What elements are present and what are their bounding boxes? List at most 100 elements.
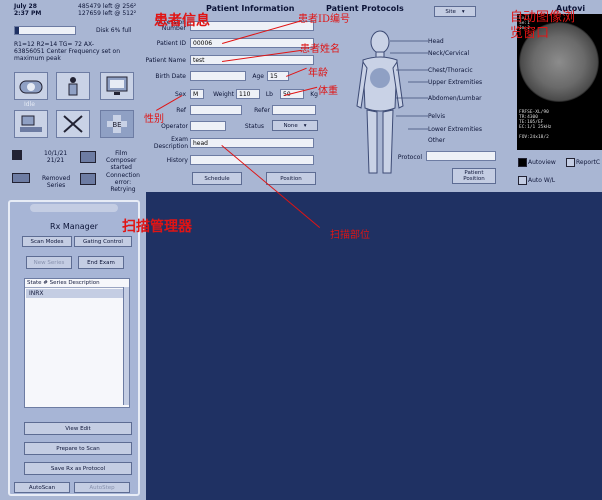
weight-field[interactable]: 110 <box>236 89 260 99</box>
patient-name-label: Patient Name <box>145 57 187 64</box>
svg-text:BE: BE <box>112 121 121 129</box>
refer-label: Refer <box>254 107 270 114</box>
frequency-line-2: 63856051 Center Frequency set on <box>14 48 121 55</box>
patient-position-button[interactable]: Patient Position <box>452 168 496 184</box>
annotation-patient-info: 患者信息 <box>154 13 210 29</box>
end-exam-button[interactable]: End Exam <box>78 256 124 269</box>
new-series-button[interactable]: New Series <box>26 256 72 269</box>
frequency-line-1: R1=12 R2=14 TG= 72 AX- <box>14 41 94 48</box>
workstation-icon[interactable] <box>14 110 48 138</box>
report-checkbox[interactable] <box>566 158 575 167</box>
film-icon <box>80 151 96 163</box>
date: July 28 <box>14 3 37 10</box>
ref-field[interactable] <box>190 105 242 115</box>
site-select[interactable]: Site ▾ <box>434 6 476 17</box>
disk-usage-bar <box>14 26 76 35</box>
save-rx-as-protocol-button[interactable]: Save Rx as Protocol <box>24 462 132 475</box>
annotation-patient-name: 患者姓名 <box>300 44 340 55</box>
region-lower-extremities[interactable]: Lower Extremities <box>428 126 482 133</box>
birth-date-label: Birth Date <box>155 73 186 80</box>
rx-manager-title: Rx Manager <box>50 222 98 231</box>
series-list-header: State # Series Description <box>25 279 129 288</box>
schedule-button[interactable]: Schedule <box>192 172 242 185</box>
region-pelvis[interactable]: Pelvis <box>428 113 445 120</box>
auto-wl-checkbox-label: Auto W/L <box>528 177 556 184</box>
kg-label: Kg <box>310 91 318 98</box>
connection-icon <box>80 173 96 185</box>
birth-date-field[interactable] <box>190 71 246 81</box>
series-list[interactable]: State # Series Description INRX <box>24 278 130 408</box>
protocol-label: Protocol <box>397 154 422 161</box>
version-icon <box>12 150 22 160</box>
region-abdomen-lumbar[interactable]: Abdomen/Lumbar <box>428 95 482 102</box>
disk-line-1: 485479 left @ 256² <box>78 3 137 10</box>
frequency-line-3: maximum peak <box>14 55 61 62</box>
version-text: 10/1/21 21/21 <box>44 150 68 164</box>
ref-label: Ref <box>176 107 186 114</box>
region-leader-lines <box>390 40 428 130</box>
patient-info-title: Patient Information <box>206 4 295 13</box>
removed-series-icon <box>12 173 30 183</box>
annotation-rx-manager: 扫描管理器 <box>122 219 192 235</box>
weight-label: Weight <box>213 91 234 98</box>
region-neck-cervical[interactable]: Neck/Cervical <box>428 50 469 57</box>
tab-scan-modes[interactable]: Scan Modes <box>22 236 72 247</box>
disk-line-2: 127659 left @ 512² <box>78 10 137 17</box>
patient-icon[interactable] <box>56 72 90 100</box>
region-upper-extremities[interactable]: Upper Extremities <box>428 79 482 86</box>
region-chest-thoracic[interactable]: Chest/Thoracic <box>428 67 473 74</box>
region-head[interactable]: Head <box>428 38 444 45</box>
disk-label: Disk 6% full <box>96 27 132 34</box>
monitor-icon[interactable] <box>100 72 134 100</box>
age-label: Age <box>252 73 264 80</box>
chevron-down-icon: ▾ <box>303 122 307 129</box>
rx-manager-handle[interactable] <box>30 204 118 212</box>
report-checkbox-label: ReportC <box>576 159 601 166</box>
tools-icon[interactable] <box>56 110 90 138</box>
exam-description-field[interactable]: head <box>190 138 314 148</box>
status-select-value: None <box>283 122 298 129</box>
chevron-down-icon: ▾ <box>461 8 465 15</box>
refer-field[interactable] <box>272 105 316 115</box>
operator-field[interactable] <box>190 121 226 131</box>
patient-id-label: Patient ID <box>156 40 186 47</box>
annotation-weight: 体重 <box>318 86 338 97</box>
auto-wl-checkbox[interactable] <box>518 176 527 185</box>
annotation-sex: 性别 <box>144 114 164 125</box>
image-parameters-text: FRFSE-XL/90 TR:4300 TE:105/EF EC:1/1 25k… <box>519 110 552 140</box>
autoscan-button[interactable]: AutoScan <box>14 482 70 493</box>
tab-gating-control[interactable]: Gating Control <box>74 236 132 247</box>
disk-usage-fill <box>15 27 19 34</box>
series-list-scrollbar[interactable] <box>123 287 129 405</box>
annotation-autoview: 自动图像浏 览窗口 <box>510 10 576 41</box>
annotation-age: 年龄 <box>308 68 328 79</box>
be-cross-icon[interactable]: BE <box>100 110 134 138</box>
status-label: Status <box>244 123 264 130</box>
history-field[interactable] <box>190 155 314 165</box>
removed-series-label: Removed Series <box>42 175 71 189</box>
status-select[interactable]: None ▾ <box>272 120 318 131</box>
autoview-checkbox[interactable] <box>518 158 527 167</box>
status-panel: July 28 2:37 PM 485479 left @ 256² 12765… <box>0 0 146 500</box>
site-select-value: Site <box>445 8 456 15</box>
lb-label: Lb <box>265 91 273 98</box>
time: 2:37 PM <box>14 10 42 17</box>
exam-description-label: Exam Description <box>153 136 188 150</box>
protocol-field[interactable] <box>426 151 496 161</box>
connection-status: Connection error: Retrying <box>106 172 140 193</box>
annotation-patient-id: 患者ID编号 <box>298 14 350 25</box>
autoview-checkbox-label: Autoview <box>528 159 556 166</box>
scanner-idle-icon[interactable] <box>14 72 48 100</box>
prepare-to-scan-button[interactable]: Prepare to Scan <box>24 442 132 455</box>
autostep-button[interactable]: AutoStep <box>74 482 130 493</box>
patient-id-field[interactable]: 00006 <box>190 38 314 48</box>
list-item[interactable]: INRX <box>26 289 128 298</box>
annotation-scan-region: 扫描部位 <box>330 230 370 241</box>
view-edit-button[interactable]: View Edit <box>24 422 132 435</box>
sex-field[interactable]: M <box>190 89 204 99</box>
idle-label: Idle <box>24 101 35 108</box>
region-other[interactable]: Other <box>428 137 445 144</box>
film-status: Film Composer started <box>106 150 137 171</box>
position-button[interactable]: Position <box>266 172 316 185</box>
history-label: History <box>166 157 188 164</box>
